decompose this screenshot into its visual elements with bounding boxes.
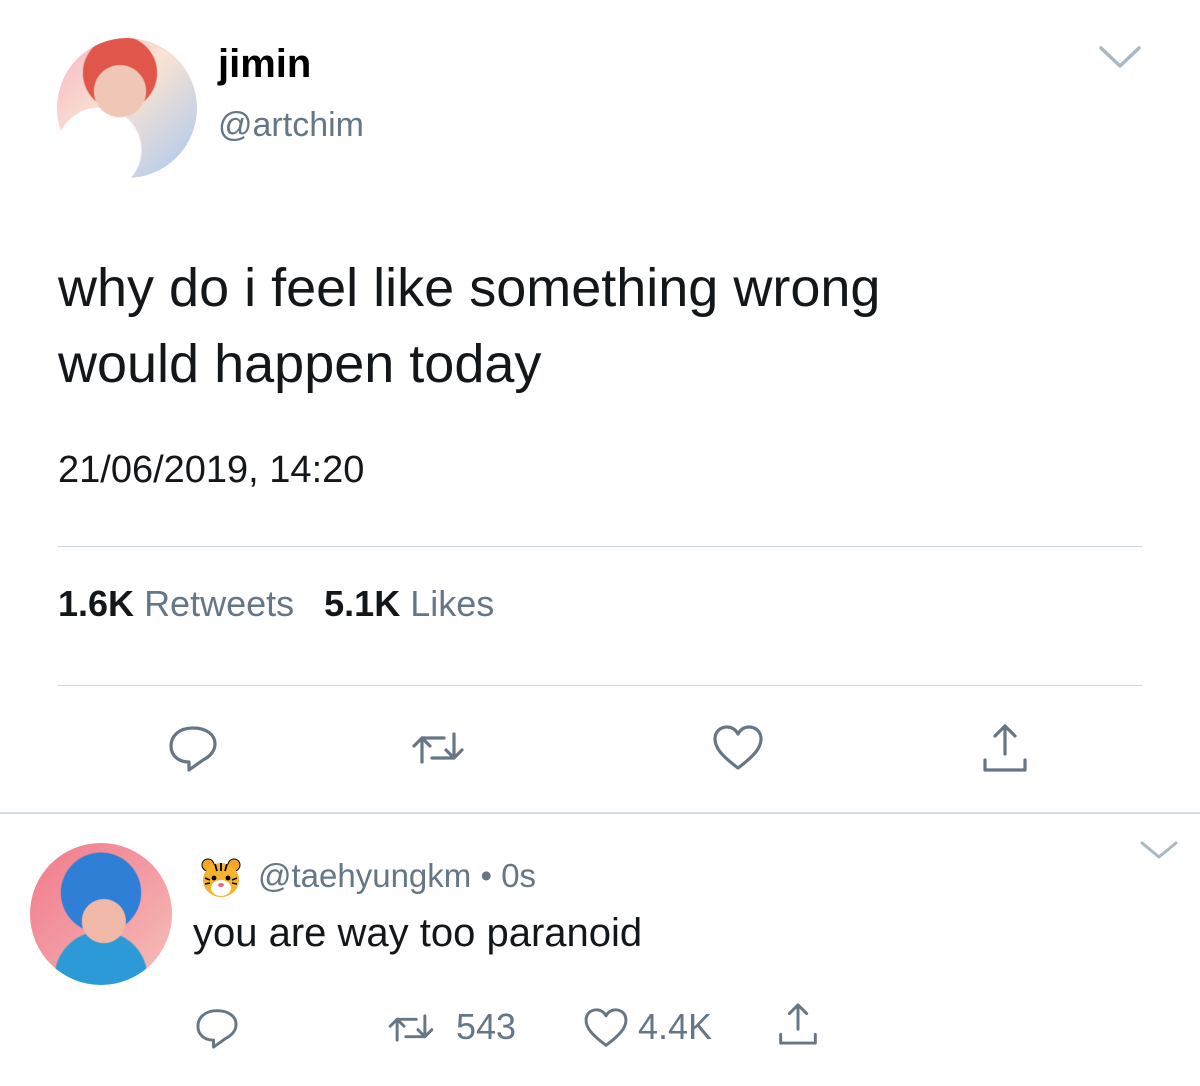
heart-icon[interactable] <box>708 718 768 778</box>
chevron-down-icon[interactable] <box>1097 42 1143 72</box>
tweet-stats: 1.6K Retweets 5.1K Likes <box>58 583 494 625</box>
chevron-down-icon[interactable] <box>1138 838 1180 862</box>
reply-avatar[interactable] <box>30 843 172 985</box>
tweet-text-line: would happen today <box>58 334 542 394</box>
share-icon[interactable] <box>772 998 824 1050</box>
section-divider <box>0 812 1200 814</box>
share-icon[interactable] <box>975 718 1035 778</box>
heart-icon[interactable] <box>580 1002 632 1054</box>
separator-dot: • <box>480 857 493 894</box>
tiger-face-emoji-icon <box>201 858 241 897</box>
retweet-icon[interactable] <box>408 718 468 778</box>
retweets-count: 1.6K <box>58 583 135 624</box>
likes-stat[interactable]: 5.1K Likes <box>324 583 494 624</box>
reply-handle[interactable]: @taehyungkm <box>258 857 471 894</box>
display-name[interactable]: jimin <box>218 42 311 87</box>
divider <box>58 685 1142 686</box>
reply-time[interactable]: 0s <box>501 857 536 894</box>
avatar[interactable] <box>57 38 197 178</box>
reply-meta: @taehyungkm • 0s <box>258 857 536 895</box>
tweet-text-line: why do i feel like something wrong <box>58 258 881 318</box>
likes-count: 5.1K <box>324 583 401 624</box>
retweet-icon[interactable] <box>385 1002 437 1054</box>
user-handle[interactable]: @artchim <box>218 106 364 145</box>
likes-label: Likes <box>410 583 495 624</box>
reply-icon[interactable] <box>163 718 223 778</box>
reply-text: you are way too paranoid <box>193 911 643 955</box>
tweet-text: why do i feel like something wrong would… <box>58 250 1138 402</box>
tweet-timestamp[interactable]: 21/06/2019, 14:20 <box>58 449 364 492</box>
divider <box>58 546 1142 547</box>
retweets-label: Retweets <box>144 583 295 624</box>
retweets-stat[interactable]: 1.6K Retweets <box>58 583 294 624</box>
reply-retweets-count: 543 <box>456 1006 517 1047</box>
reply-icon[interactable] <box>191 1002 243 1054</box>
reply-likes-count: 4.4K <box>638 1006 713 1047</box>
